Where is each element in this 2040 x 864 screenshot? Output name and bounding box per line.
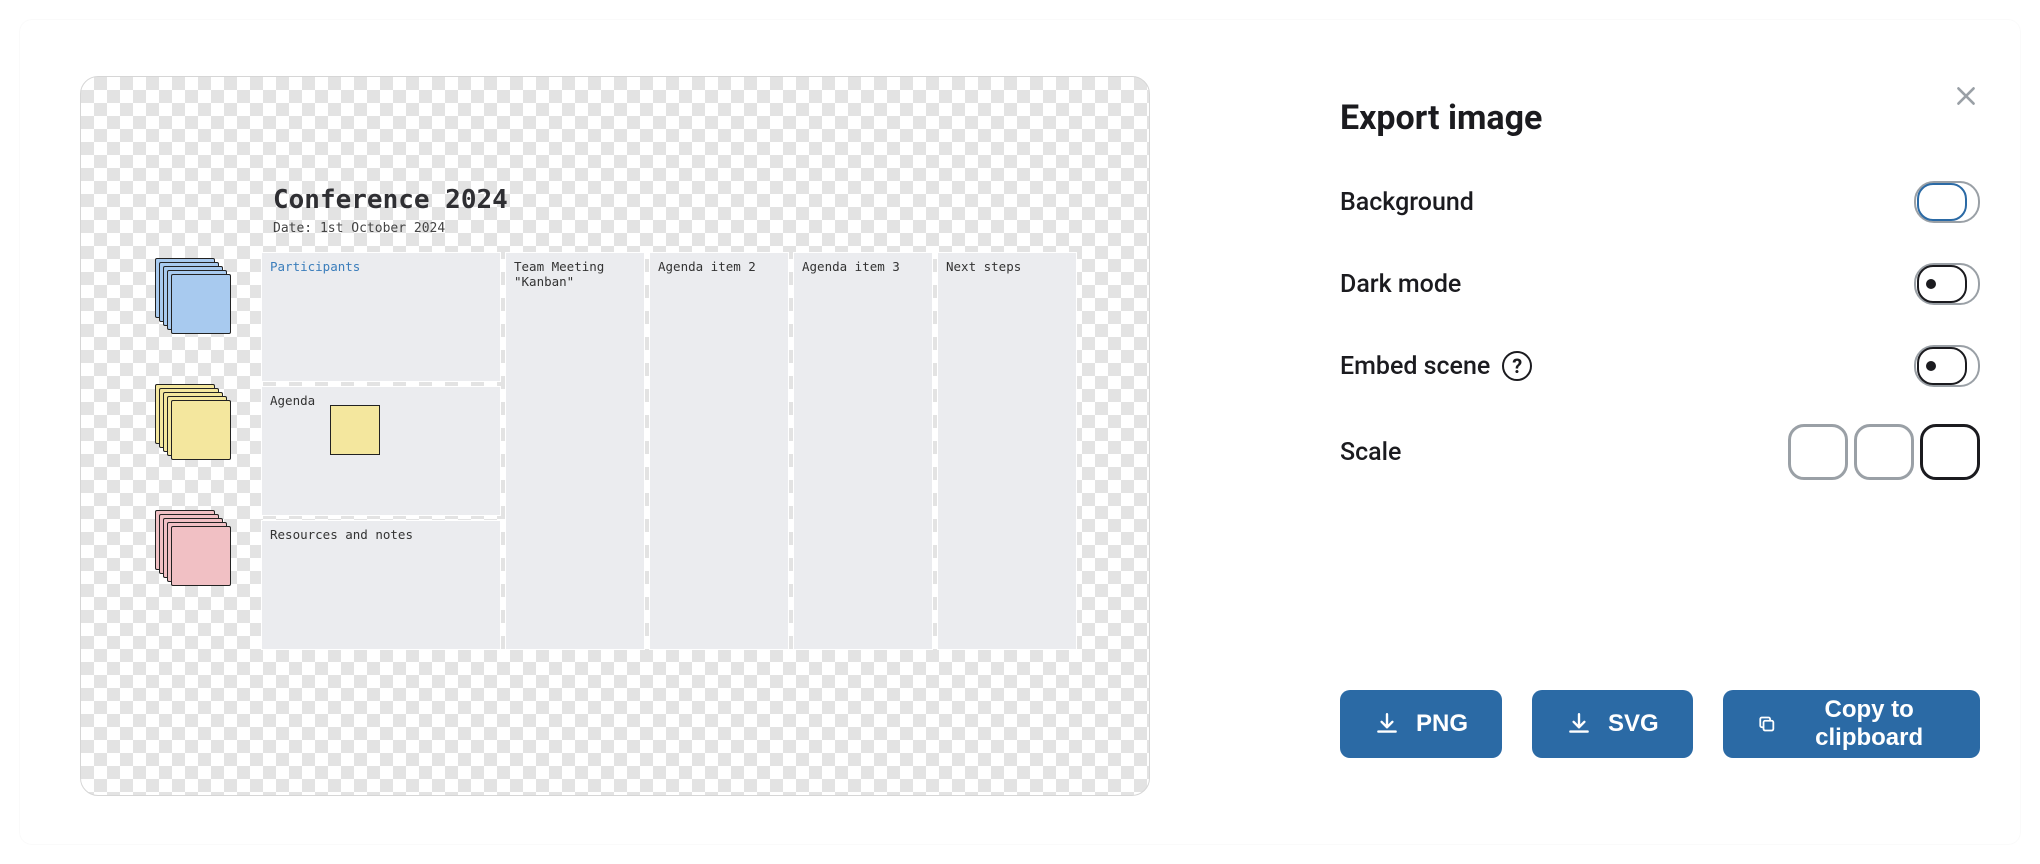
label-dark-mode: Dark mode xyxy=(1340,270,1461,299)
cell-next-steps: Next steps xyxy=(937,252,1077,650)
export-preview: Conference 2024 Date: 1st October 2024 P… xyxy=(80,76,1150,796)
row-embed-scene: Embed scene ? xyxy=(1340,342,1980,390)
copy-icon xyxy=(1757,711,1777,737)
export-svg-button[interactable]: SVG xyxy=(1532,690,1693,758)
toggle-dark-mode[interactable] xyxy=(1914,263,1980,305)
label-background: Background xyxy=(1340,188,1474,217)
scale-option-3x[interactable] xyxy=(1920,424,1980,480)
cell-participants: Participants xyxy=(261,252,501,382)
canvas-date: Date: 1st October 2024 xyxy=(273,221,1111,236)
label-embed-scene: Embed scene ? xyxy=(1340,351,1532,381)
dialog-title: Export image xyxy=(1340,98,1980,138)
export-svg-label: SVG xyxy=(1608,710,1659,738)
sticky-stack-pink xyxy=(155,510,235,590)
toggle-background[interactable] xyxy=(1914,181,1980,223)
cell-resources: Resources and notes xyxy=(261,520,501,650)
toggle-embed-scene[interactable] xyxy=(1914,345,1980,387)
canvas-stage: Conference 2024 Date: 1st October 2024 P… xyxy=(141,185,1111,650)
row-dark-mode: Dark mode xyxy=(1340,260,1980,308)
canvas-title: Conference 2024 xyxy=(273,185,1111,215)
row-background: Background xyxy=(1340,178,1980,226)
export-png-label: PNG xyxy=(1416,710,1468,738)
scale-option-1x[interactable] xyxy=(1788,424,1848,480)
export-actions: PNG SVG Copy to clipboard xyxy=(1340,690,1980,758)
agenda-sticky-note xyxy=(330,405,380,455)
row-scale: Scale xyxy=(1340,424,1980,480)
copy-clipboard-button[interactable]: Copy to clipboard xyxy=(1723,690,1980,758)
canvas-body: Participants Team Meeting "Kanban" Agend… xyxy=(141,252,1111,650)
label-scale: Scale xyxy=(1340,438,1401,467)
cell-team-meeting: Team Meeting "Kanban" xyxy=(505,252,645,650)
download-icon xyxy=(1374,711,1400,737)
help-icon[interactable]: ? xyxy=(1502,351,1532,381)
export-controls: Export image Background Dark mode Embed … xyxy=(1150,70,1980,804)
export-image-dialog: Conference 2024 Date: 1st October 2024 P… xyxy=(20,20,2020,844)
template-grid: Participants Team Meeting "Kanban" Agend… xyxy=(261,252,1111,650)
sticky-stack-yellow xyxy=(155,384,235,464)
download-icon xyxy=(1566,711,1592,737)
copy-clipboard-label: Copy to clipboard xyxy=(1792,696,1946,752)
export-png-button[interactable]: PNG xyxy=(1340,690,1502,758)
label-embed-scene-text: Embed scene xyxy=(1340,352,1490,381)
scale-option-2x[interactable] xyxy=(1854,424,1914,480)
close-button[interactable] xyxy=(1946,76,1986,116)
cell-agenda-item-3: Agenda item 3 xyxy=(793,252,933,650)
scale-button-group xyxy=(1788,424,1980,480)
cell-agenda: Agenda xyxy=(261,386,501,516)
sticky-stack-blue xyxy=(155,258,235,338)
close-icon xyxy=(1953,83,1979,109)
sticky-stacks-column xyxy=(141,252,261,650)
cell-agenda-item-2: Agenda item 2 xyxy=(649,252,789,650)
cell-agenda-label: Agenda xyxy=(270,393,315,408)
